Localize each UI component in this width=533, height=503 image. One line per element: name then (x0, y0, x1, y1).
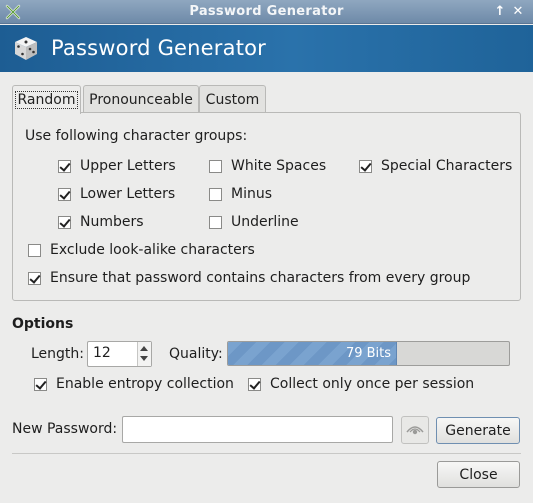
entropy-collection-checkbox[interactable]: Enable entropy collection (34, 374, 234, 394)
spin-up-icon[interactable] (140, 346, 148, 351)
checkbox-box[interactable] (28, 243, 41, 257)
quality-text-wrap: 79 Bits (228, 346, 509, 361)
checkbox-box[interactable] (248, 377, 261, 391)
tab-random[interactable]: Random (12, 85, 81, 114)
length-label: Length: (31, 346, 85, 362)
white-spaces-label: White Spaces (231, 158, 327, 174)
tab-pronounceable-label: Pronounceable (89, 92, 193, 108)
white-spaces-checkbox[interactable]: White Spaces (209, 156, 326, 176)
numbers-checkbox[interactable]: Numbers (58, 212, 144, 232)
checkbox-box[interactable] (58, 215, 71, 229)
length-spinbox[interactable]: 12 (87, 341, 152, 367)
close-window-button[interactable]: ✕ (509, 3, 527, 21)
upper-letters-label: Upper Letters (80, 158, 176, 174)
dialog-heading: Password Generator (51, 36, 267, 60)
window-title: Password Generator (189, 4, 344, 19)
window-titlebar[interactable]: Password Generator ↑ ✕ (0, 0, 533, 24)
checkbox-box[interactable] (58, 159, 71, 173)
tab-custom[interactable]: Custom (199, 85, 266, 113)
new-password-label: New Password: (12, 421, 118, 437)
quality-progress-bar: 79 Bits (227, 341, 510, 366)
collect-once-checkbox[interactable]: Collect only once per session (248, 374, 474, 394)
tab-custom-label: Custom (205, 92, 260, 108)
lower-letters-checkbox[interactable]: Lower Letters (58, 184, 175, 204)
checkbox-box[interactable] (58, 187, 71, 201)
eye-icon (406, 426, 424, 435)
collect-once-label: Collect only once per session (270, 376, 475, 392)
numbers-label: Numbers (80, 214, 144, 230)
dice-icon (15, 37, 37, 60)
checkbox-box[interactable] (209, 215, 222, 229)
length-value[interactable]: 12 (93, 345, 111, 361)
quality-text: 79 Bits (345, 346, 392, 361)
keep-above-button[interactable]: ↑ (491, 3, 509, 21)
options-heading: Options (12, 316, 74, 332)
minus-label: Minus (231, 186, 273, 202)
lower-letters-label: Lower Letters (80, 186, 176, 202)
tab-pronounceable[interactable]: Pronounceable (83, 85, 199, 113)
separator (12, 453, 521, 454)
dialog-banner: Password Generator (0, 25, 533, 72)
checkbox-box[interactable] (209, 187, 222, 201)
exclude-lookalike-checkbox[interactable]: Exclude look-alike characters (28, 240, 255, 260)
length-spin-arrows[interactable] (137, 342, 151, 366)
close-button-label: Close (459, 467, 498, 483)
ensure-every-group-label: Ensure that password contains characters… (50, 270, 471, 286)
entropy-collection-label: Enable entropy collection (56, 376, 234, 392)
quality-label: Quality: (169, 346, 223, 362)
new-password-input[interactable] (122, 416, 393, 443)
toggle-visibility-button[interactable] (401, 416, 429, 444)
checkbox-box[interactable] (209, 159, 222, 173)
exclude-lookalike-label: Exclude look-alike characters (50, 242, 255, 258)
spin-down-icon[interactable] (140, 356, 148, 361)
character-groups-label: Use following character groups: (25, 128, 248, 144)
underline-label: Underline (231, 214, 299, 230)
minus-checkbox[interactable]: Minus (209, 184, 272, 204)
underline-checkbox[interactable]: Underline (209, 212, 299, 232)
checkbox-box[interactable] (359, 159, 372, 173)
special-characters-checkbox[interactable]: Special Characters (359, 156, 512, 176)
ensure-every-group-checkbox[interactable]: Ensure that password contains characters… (28, 268, 470, 288)
generate-button[interactable]: Generate (436, 417, 520, 444)
tab-random-label: Random (14, 91, 79, 109)
close-button[interactable]: Close (437, 461, 520, 488)
checkbox-box[interactable] (28, 271, 41, 285)
special-characters-label: Special Characters (381, 158, 513, 174)
upper-letters-checkbox[interactable]: Upper Letters (58, 156, 176, 176)
checkbox-box[interactable] (34, 377, 47, 391)
